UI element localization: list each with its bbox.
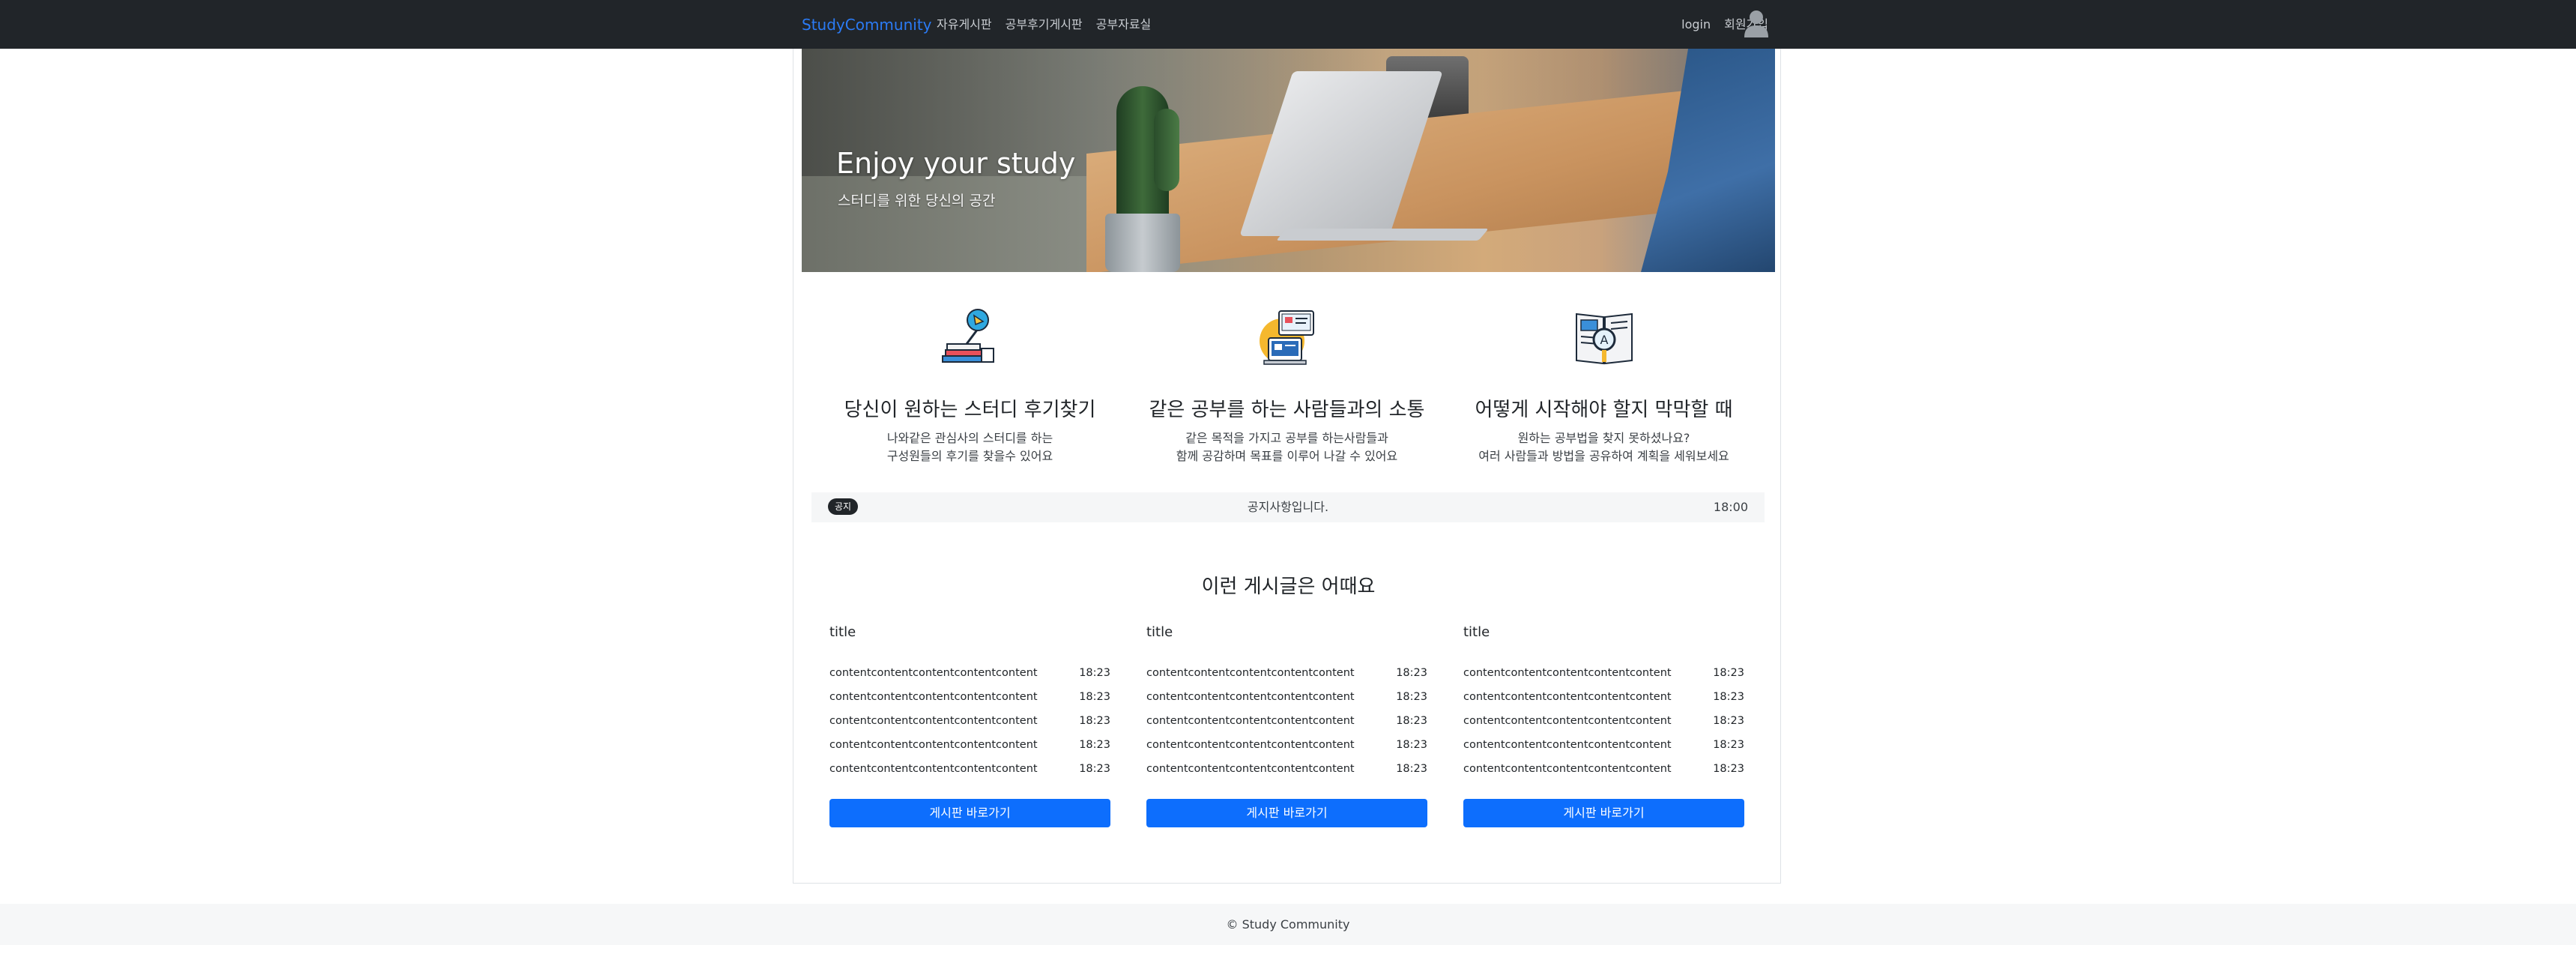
board-go-button[interactable]: 게시판 바로가기 — [1463, 799, 1744, 827]
board-title: title — [829, 624, 856, 640]
post-content[interactable]: contentcontentcontentcontentcontent — [1463, 661, 1672, 685]
hero-cactus-arm — [1154, 109, 1179, 191]
list-item[interactable]: contentcontentcontentcontentcontent 18:23 — [1146, 757, 1427, 781]
notice-time: 18:00 — [1713, 500, 1748, 514]
nav-link-materials[interactable]: 공부자료실 — [1096, 15, 1152, 34]
board-card: title contentcontentcontentcontentconten… — [1463, 622, 1744, 827]
feature-communication: 같은 공부를 하는 사람들과의 소통 같은 목적을 가지고 공부를 하는사람들과… — [1128, 304, 1445, 465]
feature-desc: 나와같은 관심사의 스터디를 하는 구성원들의 후기를 찾을수 있어요 — [811, 429, 1128, 465]
post-content[interactable]: contentcontentcontentcontentcontent — [829, 661, 1038, 685]
list-item[interactable]: contentcontentcontentcontentcontent 18:23 — [1146, 733, 1427, 757]
feature-desc-line: 여러 사람들과 방법을 공유하여 계획을 세워보세요 — [1478, 449, 1729, 463]
recommend-title: 이런 게시글은 어때요 — [1201, 576, 1376, 598]
post-content[interactable]: contentcontentcontentcontentcontent — [1463, 757, 1672, 781]
feature-desc: 원하는 공부법을 찾지 못하셨나요? 여러 사람들과 방법을 공유하여 계획을 … — [1445, 429, 1762, 465]
post-time: 18:23 — [1396, 763, 1427, 775]
list-item[interactable]: contentcontentcontentcontentcontent 18:23 — [1463, 757, 1744, 781]
list-item[interactable]: contentcontentcontentcontentcontent 18:23 — [1463, 661, 1744, 685]
login-link[interactable]: login — [1681, 15, 1711, 34]
board-list: contentcontentcontentcontentcontent 18:23… — [829, 661, 1110, 781]
post-time: 18:23 — [1079, 715, 1110, 727]
post-time: 18:23 — [1079, 691, 1110, 703]
post-time: 18:23 — [1396, 667, 1427, 679]
feature-title: 당신이 원하는 스터디 후기찾기 — [844, 399, 1096, 421]
nav-link-review-board[interactable]: 공부후기게시판 — [1006, 15, 1083, 34]
post-content[interactable]: contentcontentcontentcontentcontent — [1463, 709, 1672, 733]
feature-desc-line: 함께 공감하며 목표를 이루어 나갈 수 있어요 — [1176, 449, 1398, 463]
hero-subtitle: 스터디를 위한 당신의 공간 — [838, 193, 996, 209]
board-title: title — [1146, 624, 1173, 640]
hero-banner: Enjoy your study 스터디를 위한 당신의 공간 — [802, 49, 1775, 272]
board-go-button[interactable]: 게시판 바로가기 — [1146, 799, 1427, 827]
board-card: title contentcontentcontentcontentconten… — [1146, 622, 1427, 827]
notice-text[interactable]: 공지사항입니다. — [811, 499, 1765, 516]
hero-pot — [1105, 214, 1180, 272]
nav-link-free-board[interactable]: 자유게시판 — [937, 15, 992, 34]
post-time: 18:23 — [1713, 667, 1744, 679]
list-item[interactable]: contentcontentcontentcontentcontent 18:23 — [1146, 709, 1427, 733]
post-content[interactable]: contentcontentcontentcontentcontent — [829, 733, 1038, 757]
board-go-button[interactable]: 게시판 바로가기 — [829, 799, 1110, 827]
book-magnifier-icon: A — [1575, 313, 1633, 365]
post-content[interactable]: contentcontentcontentcontentcontent — [1146, 685, 1355, 709]
post-time: 18:23 — [1396, 739, 1427, 751]
post-content[interactable]: contentcontentcontentcontentcontent — [1146, 757, 1355, 781]
list-item[interactable]: contentcontentcontentcontentcontent 18:23 — [1146, 685, 1427, 709]
hero-title: Enjoy your study — [836, 147, 1076, 180]
list-item[interactable]: contentcontentcontentcontentcontent 18:23 — [829, 709, 1110, 733]
post-content[interactable]: contentcontentcontentcontentcontent — [1146, 661, 1355, 685]
feature-desc-line: 원하는 공부법을 찾지 못하셨나요? — [1517, 431, 1690, 445]
feature-desc-line: 나와같은 관심사의 스터디를 하는 — [886, 431, 1053, 445]
list-item[interactable]: contentcontentcontentcontentcontent 18:23 — [829, 733, 1110, 757]
online-communication-icon — [1259, 310, 1314, 365]
feature-title: 같은 공부를 하는 사람들과의 소통 — [1149, 399, 1425, 421]
post-content[interactable]: contentcontentcontentcontentcontent — [1146, 733, 1355, 757]
post-time: 18:23 — [1079, 763, 1110, 775]
post-time: 18:23 — [1713, 715, 1744, 727]
brand-link[interactable]: StudyCommunity — [802, 13, 932, 36]
feature-title: 어떻게 시작해야 할지 막막할 때 — [1475, 399, 1733, 421]
post-content[interactable]: contentcontentcontentcontentcontent — [1463, 685, 1672, 709]
post-time: 18:23 — [1713, 739, 1744, 751]
post-content[interactable]: contentcontentcontentcontentcontent — [829, 757, 1038, 781]
list-item[interactable]: contentcontentcontentcontentcontent 18:23 — [1463, 685, 1744, 709]
post-content[interactable]: contentcontentcontentcontentcontent — [829, 685, 1038, 709]
footer: © Study Community — [0, 904, 2576, 945]
post-time: 18:23 — [1079, 667, 1110, 679]
svg-text:A: A — [1600, 333, 1608, 347]
post-time: 18:23 — [1713, 763, 1744, 775]
board-list: contentcontentcontentcontentcontent 18:23… — [1463, 661, 1744, 781]
user-icon[interactable] — [1744, 10, 1769, 38]
post-time: 18:23 — [1396, 691, 1427, 703]
post-time: 18:23 — [1079, 739, 1110, 751]
board-card: title contentcontentcontentcontentconten… — [829, 622, 1110, 827]
post-time: 18:23 — [1396, 715, 1427, 727]
list-item[interactable]: contentcontentcontentcontentcontent 18:23 — [1463, 733, 1744, 757]
board-list: contentcontentcontentcontentcontent 18:23… — [1146, 661, 1427, 781]
list-item[interactable]: contentcontentcontentcontentcontent 18:23 — [829, 661, 1110, 685]
nav-links: 자유게시판 공부후기게시판 공부자료실 — [937, 15, 1151, 34]
post-content[interactable]: contentcontentcontentcontentcontent — [829, 709, 1038, 733]
board-title: title — [1463, 624, 1490, 640]
feature-desc-line: 같은 목적을 가지고 공부를 하는사람들과 — [1185, 431, 1388, 445]
list-item[interactable]: contentcontentcontentcontentcontent 18:23 — [829, 757, 1110, 781]
feature-getting-started: A 어떻게 시작해야 할지 막막할 때 원하는 공부법을 찾지 못하셨나요? 여… — [1445, 304, 1762, 465]
list-item[interactable]: contentcontentcontentcontentcontent 18:23 — [829, 685, 1110, 709]
navbar: StudyCommunity 자유게시판 공부후기게시판 공부자료실 login… — [0, 0, 2576, 49]
footer-copyright: © Study Community — [1226, 917, 1350, 932]
list-item[interactable]: contentcontentcontentcontentcontent 18:23 — [1146, 661, 1427, 685]
list-item[interactable]: contentcontentcontentcontentcontent 18:23 — [1463, 709, 1744, 733]
hero-laptop-base — [1276, 229, 1489, 241]
study-lamp-books-icon — [941, 309, 994, 363]
post-content[interactable]: contentcontentcontentcontentcontent — [1463, 733, 1672, 757]
feature-review: 당신이 원하는 스터디 후기찾기 나와같은 관심사의 스터디를 하는 구성원들의… — [811, 304, 1128, 465]
post-time: 18:23 — [1713, 691, 1744, 703]
feature-desc-line: 구성원들의 후기를 찾을수 있어요 — [886, 449, 1053, 463]
notice-bar[interactable]: 공지 공지사항입니다. 18:00 — [811, 492, 1765, 522]
feature-desc: 같은 목적을 가지고 공부를 하는사람들과 함께 공감하며 목표를 이루어 나갈… — [1128, 429, 1445, 465]
post-content[interactable]: contentcontentcontentcontentcontent — [1146, 709, 1355, 733]
